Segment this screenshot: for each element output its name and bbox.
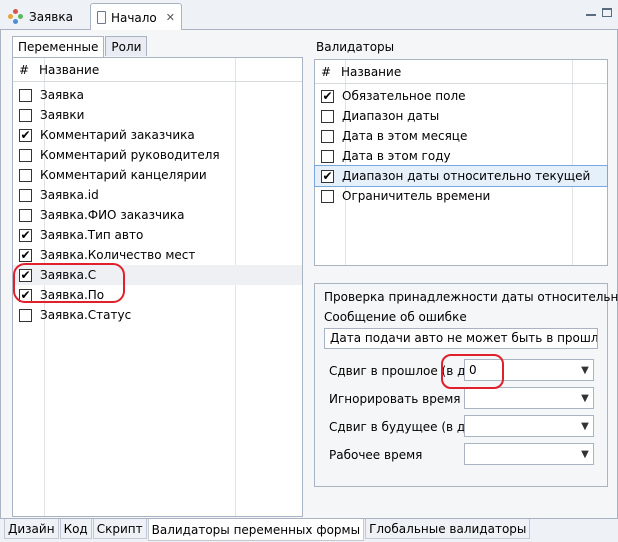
editor-tab-label: Начало [110,10,157,25]
validator-row-label: Ограничитель времени [342,189,491,203]
checkbox[interactable] [19,108,32,122]
window-controls [586,8,612,17]
editor-content: Переменные Роли # Название Заявка Заявки ✔… [0,30,618,518]
tab-code[interactable]: Код [59,519,92,539]
checkbox-checked[interactable]: ✔ [19,228,32,242]
tab-design[interactable]: Дизайн [4,519,59,539]
validator-row[interactable]: ✔ Диапазон даты относительно текущей [314,165,608,187]
tab-script[interactable]: Скрипт [92,519,147,539]
checkbox[interactable] [19,168,32,182]
checkbox[interactable] [321,189,334,203]
column-hash: # [321,64,332,79]
ignore-time-label: Игнорировать время [329,392,461,406]
validator-row[interactable]: Дата в этом месяце [315,126,607,146]
annotation-oval-shift [441,354,504,389]
variable-row-label: Комментарий заказчика [40,128,195,142]
column-hash: # [19,62,30,77]
chevron-down-icon: ▼ [581,392,589,404]
checkbox[interactable] [19,148,32,162]
checkbox[interactable] [19,188,32,202]
variable-row-label: Заявка.Статус [40,308,132,322]
checkbox[interactable] [19,208,32,222]
checkbox-checked[interactable]: ✔ [19,248,32,262]
validators-rows: ✔ Обязательное поле Диапазон даты Дата в эт… [314,86,608,206]
tab-roles[interactable]: Роли [105,36,148,56]
checkbox-checked[interactable]: ✔ [19,128,32,142]
error-message-input[interactable]: Дата подачи авто не может быть в прошлом [324,328,598,349]
variable-row[interactable]: Комментарий канцелярии [13,165,302,185]
variable-row[interactable]: Заявка.ФИО заказчика [13,205,302,225]
maximize-icon[interactable] [602,8,612,17]
variable-row[interactable]: Заявки [13,105,302,125]
editor-tab-nachalo[interactable]: Начало ✕ [90,3,182,31]
validator-row[interactable]: Ограничитель времени [315,186,607,206]
working-time-label: Рабочее время [329,448,423,462]
validator-row-label: Дата в этом месяце [342,129,468,143]
working-time-select[interactable]: ▼ [464,443,594,465]
tab-global-validators[interactable]: Глобальные валидаторы [365,519,531,539]
validator-row[interactable]: ✔ Обязательное поле [315,86,607,106]
validators-table: # Название ✔ Обязательное поле Диапазон да… [314,59,608,266]
variable-row-label: Заявка.id [40,188,99,202]
variable-row-label: Заявка.Тип авто [40,228,144,242]
variable-row[interactable]: Заявка [13,85,302,105]
checkbox[interactable] [19,88,32,102]
tab-form-validators[interactable]: Валидаторы переменных формы [147,519,365,541]
validator-row-label: Диапазон даты [342,109,440,123]
variable-row-label: Заявки [40,108,85,122]
left-panel-tabs: Переменные Роли [12,36,148,57]
checkbox-checked[interactable]: ✔ [321,89,334,103]
checkbox[interactable] [321,129,334,143]
variable-row[interactable]: Комментарий руководителя [13,145,302,165]
process-icon [8,8,24,25]
checkbox[interactable] [19,308,32,322]
table-header: # Название [13,58,302,82]
editor-tab-label: Заявка [29,9,73,24]
validators-title: Валидаторы [316,40,395,54]
shift-future-select[interactable]: ▼ [464,415,594,437]
checkbox[interactable] [321,109,334,123]
variable-row-label: Комментарий канцелярии [40,168,207,182]
validator-row-label: Обязательное поле [342,89,466,103]
chevron-down-icon: ▼ [581,448,589,460]
checkbox[interactable] [321,149,334,163]
column-name: Название [341,64,402,79]
annotation-oval-variables [13,263,125,303]
close-icon[interactable]: ✕ [166,11,175,24]
editor-tab-zayavka[interactable]: Заявка [2,3,88,30]
variable-row[interactable]: ✔ Комментарий заказчика [13,125,302,145]
chevron-down-icon: ▼ [581,420,589,432]
validator-row[interactable]: Диапазон даты [315,106,607,126]
validator-row-label: Диапазон даты относительно текущей [342,169,591,183]
variable-row-label: Заявка.ФИО заказчика [40,208,185,222]
checkbox-checked[interactable]: ✔ [321,169,334,183]
validator-row-label: Дата в этом году [342,149,451,163]
table-header: # Название [315,60,607,84]
editor-tab-bar: Заявка Начало ✕ [0,0,618,31]
settings-heading: Проверка принадлежности даты относительн… [324,290,618,304]
chevron-down-icon: ▼ [581,364,589,376]
bottom-tab-bar: Дизайн Код Скрипт Валидаторы переменных … [0,518,618,542]
validator-row[interactable]: Дата в этом году [315,146,607,166]
variable-row[interactable]: ✔ Заявка.Тип авто [13,225,302,245]
column-name: Название [39,62,100,77]
variable-row-label: Заявка.Количество мест [40,248,196,262]
shift-future-label: Сдвиг в будущее (в дня [329,420,481,434]
variable-row-label: Комментарий руководителя [40,148,220,162]
variable-row[interactable]: Заявка.Статус [13,305,302,325]
variable-row[interactable]: ✔ Заявка.Количество мест [13,245,302,265]
ignore-time-select[interactable]: ▼ [464,387,594,409]
variable-row[interactable]: Заявка.id [13,185,302,205]
minimize-icon[interactable] [586,14,596,16]
error-message-label: Сообщение об ошибке [324,310,467,324]
variable-row-label: Заявка [40,88,84,102]
form-page-icon [97,11,106,24]
tab-variables[interactable]: Переменные [12,36,105,57]
